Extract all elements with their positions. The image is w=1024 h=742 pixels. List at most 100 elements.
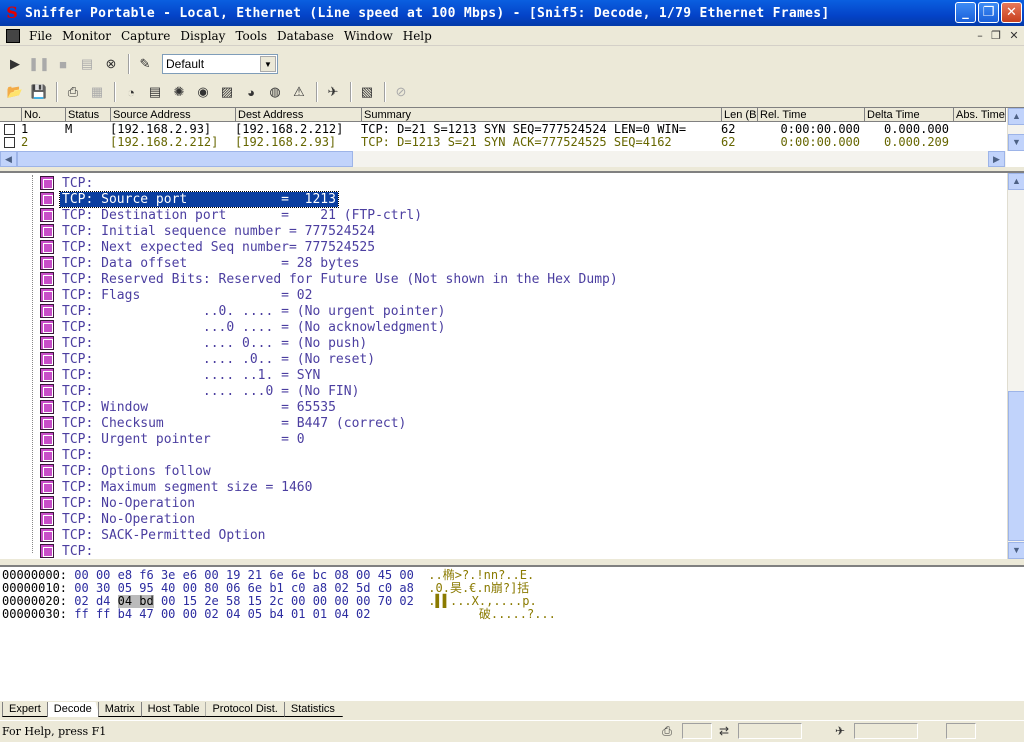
- menu-bar: File Monitor Capture Display Tools Datab…: [0, 26, 1024, 46]
- protocol-distribution-icon[interactable]: ◕: [240, 81, 262, 103]
- row-len: 62: [721, 123, 736, 136]
- decode-line[interactable]: TCP: .... .0.. = (No reset): [40, 351, 377, 367]
- table-row[interactable]: 1 M [192.168.2.93] [192.168.2.212] TCP: …: [0, 123, 1006, 136]
- host-table-icon[interactable]: ▤: [144, 81, 166, 103]
- decode-line[interactable]: TCP:: [40, 447, 95, 463]
- decode-line[interactable]: TCP: Urgent pointer = 0: [40, 431, 307, 447]
- col-rel-time[interactable]: Rel. Time: [758, 108, 865, 121]
- decode-line-text: TCP: Destination port = 21 (FTP-ctrl): [62, 207, 423, 223]
- decode-line[interactable]: TCP:: [40, 543, 95, 559]
- row-checkbox[interactable]: [4, 137, 15, 148]
- scroll-thumb[interactable]: [17, 151, 353, 167]
- mdi-restore-button[interactable]: ❐: [988, 29, 1004, 43]
- decode-line[interactable]: TCP: Flags = 02: [40, 287, 314, 303]
- scroll-down-icon[interactable]: ▼: [1008, 542, 1024, 559]
- menu-tools[interactable]: Tools: [230, 29, 272, 43]
- decode-line[interactable]: TCP: .... 0... = (No push): [40, 335, 369, 351]
- history-samples-icon[interactable]: ▨: [216, 81, 238, 103]
- decode-line[interactable]: TCP: SACK-Permitted Option: [40, 527, 268, 543]
- scroll-left-icon[interactable]: ◀: [0, 151, 17, 167]
- col-delta-time[interactable]: Delta Time: [865, 108, 954, 121]
- col-dest-address[interactable]: Dest Address: [236, 108, 362, 121]
- tab-protocol-dist[interactable]: Protocol Dist.: [205, 702, 286, 717]
- decode-line[interactable]: TCP: No-Operation: [40, 495, 197, 511]
- document-icon[interactable]: [6, 28, 20, 43]
- menu-window[interactable]: Window: [339, 29, 398, 43]
- scroll-up-icon[interactable]: ▲: [1008, 173, 1024, 190]
- save-icon[interactable]: 💾: [28, 81, 50, 103]
- col-abs-time[interactable]: Abs. Time: [954, 108, 1006, 121]
- display-binoculars-icon[interactable]: ⊗: [100, 53, 122, 75]
- col-len[interactable]: Len (B: [722, 108, 758, 121]
- print-preview-icon[interactable]: ▦: [86, 81, 108, 103]
- hex-row[interactable]: 00000030: ff ff b4 47 00 00 02 04 05 b4 …: [2, 608, 556, 621]
- decode-line-text: TCP: Reserved Bits: Reserved for Future …: [62, 271, 618, 287]
- define-filter-icon[interactable]: ✎: [134, 53, 156, 75]
- expert-icon[interactable]: ✈: [322, 81, 344, 103]
- tab-expert[interactable]: Expert: [2, 702, 49, 717]
- decode-line[interactable]: TCP: No-Operation: [40, 511, 197, 527]
- scroll-thumb[interactable]: [1008, 391, 1024, 541]
- decode-line[interactable]: TCP: Initial sequence number = 777524524: [40, 223, 377, 239]
- tab-host-table[interactable]: Host Table: [140, 702, 208, 717]
- open-folder-icon[interactable]: 📂: [4, 81, 26, 103]
- decode-line[interactable]: TCP: Maximum segment size = 1460: [40, 479, 314, 495]
- summary-horizontal-scrollbar[interactable]: ◀ ▶: [0, 151, 1006, 167]
- decode-line[interactable]: TCP: Reserved Bits: Reserved for Future …: [40, 271, 620, 287]
- decode-line[interactable]: TCP:: [40, 175, 95, 191]
- menu-database[interactable]: Database: [272, 29, 339, 43]
- application-response-time-icon[interactable]: ◉: [192, 81, 214, 103]
- print-icon[interactable]: ⎙: [62, 81, 84, 103]
- packet-generator-icon[interactable]: ▧: [356, 81, 378, 103]
- maximize-button[interactable]: ❐: [978, 2, 999, 23]
- summary-vertical-scrollbar[interactable]: ▲ ▼: [1007, 108, 1024, 151]
- scroll-right-icon[interactable]: ▶: [988, 151, 1005, 167]
- alarm-log-icon[interactable]: ⚠: [288, 81, 310, 103]
- stop-and-display-icon[interactable]: ▤: [76, 53, 98, 75]
- decode-line[interactable]: TCP: ..0. .... = (No urgent pointer): [40, 303, 448, 319]
- stop-icon[interactable]: ⊘: [390, 81, 412, 103]
- decode-line[interactable]: TCP: Destination port = 21 (FTP-ctrl): [40, 207, 424, 223]
- pause-capture-icon[interactable]: ❚❚: [28, 53, 50, 75]
- row-checkbox[interactable]: [4, 124, 15, 135]
- col-source-address[interactable]: Source Address: [111, 108, 236, 121]
- toolbar-separator: [316, 82, 318, 102]
- menu-help[interactable]: Help: [398, 29, 437, 43]
- menu-monitor[interactable]: Monitor: [57, 29, 116, 43]
- decode-line[interactable]: TCP: ...0 .... = (No acknowledgment): [40, 319, 448, 335]
- chevron-down-icon[interactable]: ▼: [260, 56, 276, 72]
- start-capture-icon[interactable]: ▶: [4, 53, 26, 75]
- tab-matrix[interactable]: Matrix: [97, 702, 143, 717]
- col-no[interactable]: No.: [22, 108, 66, 121]
- close-button[interactable]: ✕: [1001, 2, 1022, 23]
- scroll-down-icon[interactable]: ▼: [1008, 134, 1024, 151]
- decode-line[interactable]: TCP: .... ..1. = SYN: [40, 367, 322, 383]
- global-statistics-icon[interactable]: ◍: [264, 81, 286, 103]
- decode-line[interactable]: TCP: Options follow: [40, 463, 213, 479]
- col-summary[interactable]: Summary: [362, 108, 722, 121]
- decode-line[interactable]: TCP: Window = 65535: [40, 399, 338, 415]
- decode-line[interactable]: TCP: Checksum = B447 (correct): [40, 415, 408, 431]
- stop-capture-icon[interactable]: ■: [52, 53, 74, 75]
- menu-file[interactable]: File: [24, 29, 57, 43]
- table-row[interactable]: 2 [192.168.2.212] [192.168.2.93] TCP: D=…: [0, 136, 1006, 149]
- scroll-up-icon[interactable]: ▲: [1008, 108, 1024, 125]
- tab-decode[interactable]: Decode: [46, 702, 100, 717]
- decode-line[interactable]: TCP: Next expected Seq number= 777524525: [40, 239, 377, 255]
- mdi-minimize-button[interactable]: –: [972, 29, 988, 43]
- filter-profile-dropdown[interactable]: Default ▼: [162, 54, 278, 74]
- title-bar[interactable]: S Sniffer Portable - Local, Ethernet (Li…: [0, 0, 1024, 26]
- minimize-button[interactable]: _: [955, 2, 976, 23]
- decode-line[interactable]: TCP: Source port = 1213: [40, 190, 339, 208]
- dashboard-icon[interactable]: ◔: [120, 81, 142, 103]
- menu-display[interactable]: Display: [175, 29, 230, 43]
- decode-line[interactable]: TCP: Data offset = 28 bytes: [40, 255, 361, 271]
- matrix-icon[interactable]: ✺: [168, 81, 190, 103]
- decode-vertical-scrollbar[interactable]: ▲ ▼: [1007, 173, 1024, 559]
- col-check[interactable]: [0, 108, 22, 121]
- menu-capture[interactable]: Capture: [116, 29, 175, 43]
- col-status[interactable]: Status: [66, 108, 111, 121]
- decode-line[interactable]: TCP: .... ...0 = (No FIN): [40, 383, 361, 399]
- mdi-close-button[interactable]: ✕: [1006, 29, 1022, 43]
- tab-statistics[interactable]: Statistics: [283, 702, 343, 717]
